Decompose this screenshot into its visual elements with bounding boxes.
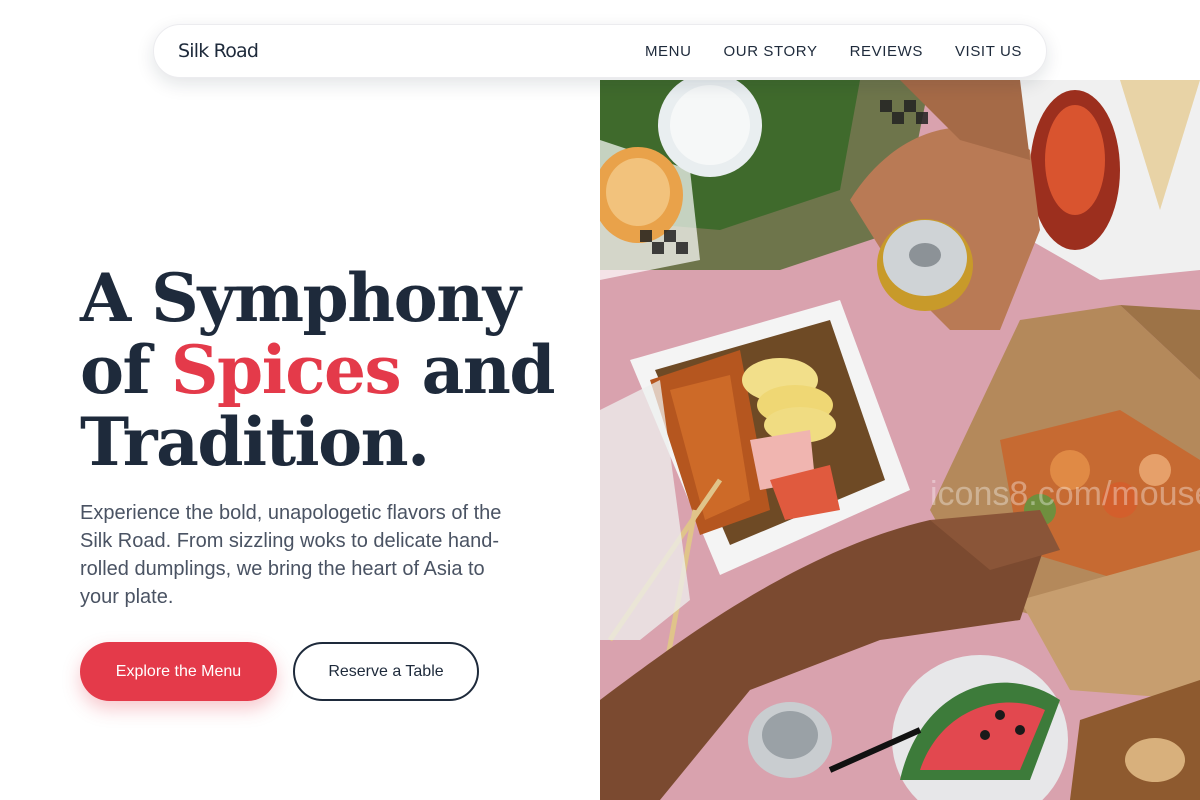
nav-link-reviews[interactable]: REVIEWS <box>850 43 923 60</box>
nav-link-menu[interactable]: MENU <box>645 43 692 60</box>
drink-can-bottom <box>748 702 832 778</box>
brand-logo[interactable]: Silk Road <box>178 40 259 62</box>
hero-food-photo: icons8.com/mouse <box>600 80 1200 800</box>
photo-watermark: icons8.com/mouse <box>930 475 1200 513</box>
nav-link-visit-us[interactable]: VISIT US <box>955 43 1022 60</box>
headline-of: of <box>80 331 171 409</box>
nav-link-our-story[interactable]: OUR STORY <box>724 43 818 60</box>
headline-line-1: A Symphony <box>80 259 521 337</box>
reserve-table-button[interactable]: Reserve a Table <box>293 642 479 701</box>
nav-links: MENU OUR STORY REVIEWS VISIT US <box>645 43 1022 60</box>
drink-can-top <box>877 219 973 311</box>
explore-menu-button[interactable]: Explore the Menu <box>80 642 277 701</box>
headline-and: and <box>400 331 556 409</box>
food-spread-illustration: icons8.com/mouse <box>600 80 1200 800</box>
headline-accent-word: Spices <box>170 331 402 409</box>
hero-headline: A Symphony of Spices and Tradition. <box>80 262 580 478</box>
top-navigation: Silk Road MENU OUR STORY REVIEWS VISIT U… <box>153 24 1047 78</box>
hero-description: Experience the bold, unapologetic flavor… <box>80 502 502 608</box>
headline-line-3: Tradition. <box>80 403 430 481</box>
